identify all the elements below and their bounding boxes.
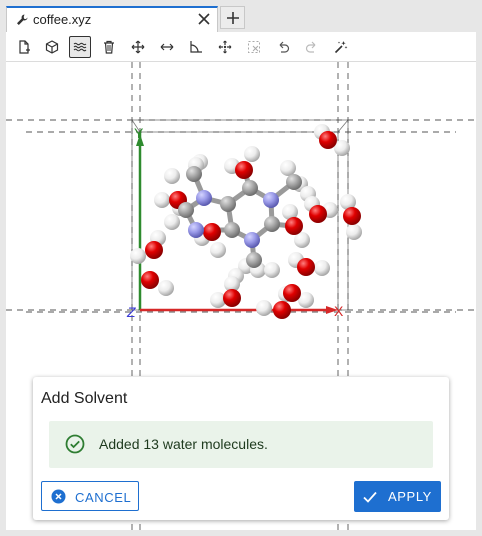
redo-icon[interactable]	[301, 36, 323, 58]
close-icon[interactable]	[197, 12, 211, 26]
deselect-icon[interactable]	[243, 36, 265, 58]
cube-icon[interactable]	[41, 36, 63, 58]
move-icon[interactable]	[127, 36, 149, 58]
plus-icon	[227, 12, 239, 24]
cancel-circle-icon	[51, 489, 66, 509]
apply-label: APPLY	[388, 489, 432, 504]
check-icon	[363, 490, 377, 508]
atoms	[130, 124, 362, 319]
success-alert: Added 13 water molecules.	[49, 421, 433, 468]
add-solvent-dialog: Add Solvent Added 13 water molecules. CA…	[33, 377, 449, 520]
toolbar	[6, 32, 476, 62]
new-tab-button[interactable]	[220, 6, 245, 29]
tab-bar: coffee.xyz	[0, 0, 482, 32]
y-axis-label: Y	[134, 125, 144, 141]
cancel-button[interactable]: CANCEL	[41, 481, 139, 511]
wrench-icon	[15, 13, 29, 27]
rotate-move-icon[interactable]	[214, 36, 236, 58]
undo-icon[interactable]	[272, 36, 294, 58]
cancel-label: CANCEL	[75, 490, 132, 505]
new-file-icon[interactable]	[13, 36, 35, 58]
check-circle-icon	[65, 434, 85, 459]
trash-icon[interactable]	[98, 36, 120, 58]
x-axis-label: X	[334, 303, 344, 319]
dialog-title: Add Solvent	[41, 390, 128, 407]
z-axis-label: Z	[126, 304, 136, 320]
tab-coffee-xyz[interactable]: coffee.xyz	[6, 6, 218, 32]
magic-wand-icon[interactable]	[330, 36, 352, 58]
caffeine-bonds	[183, 167, 297, 263]
angle-icon[interactable]	[185, 36, 207, 58]
apply-button[interactable]: APPLY	[354, 481, 441, 512]
solvent-waves-icon[interactable]	[69, 36, 91, 58]
horizontal-arrows-icon[interactable]	[156, 36, 178, 58]
tab-title: coffee.xyz	[33, 12, 92, 27]
alert-message: Added 13 water molecules.	[99, 436, 268, 452]
